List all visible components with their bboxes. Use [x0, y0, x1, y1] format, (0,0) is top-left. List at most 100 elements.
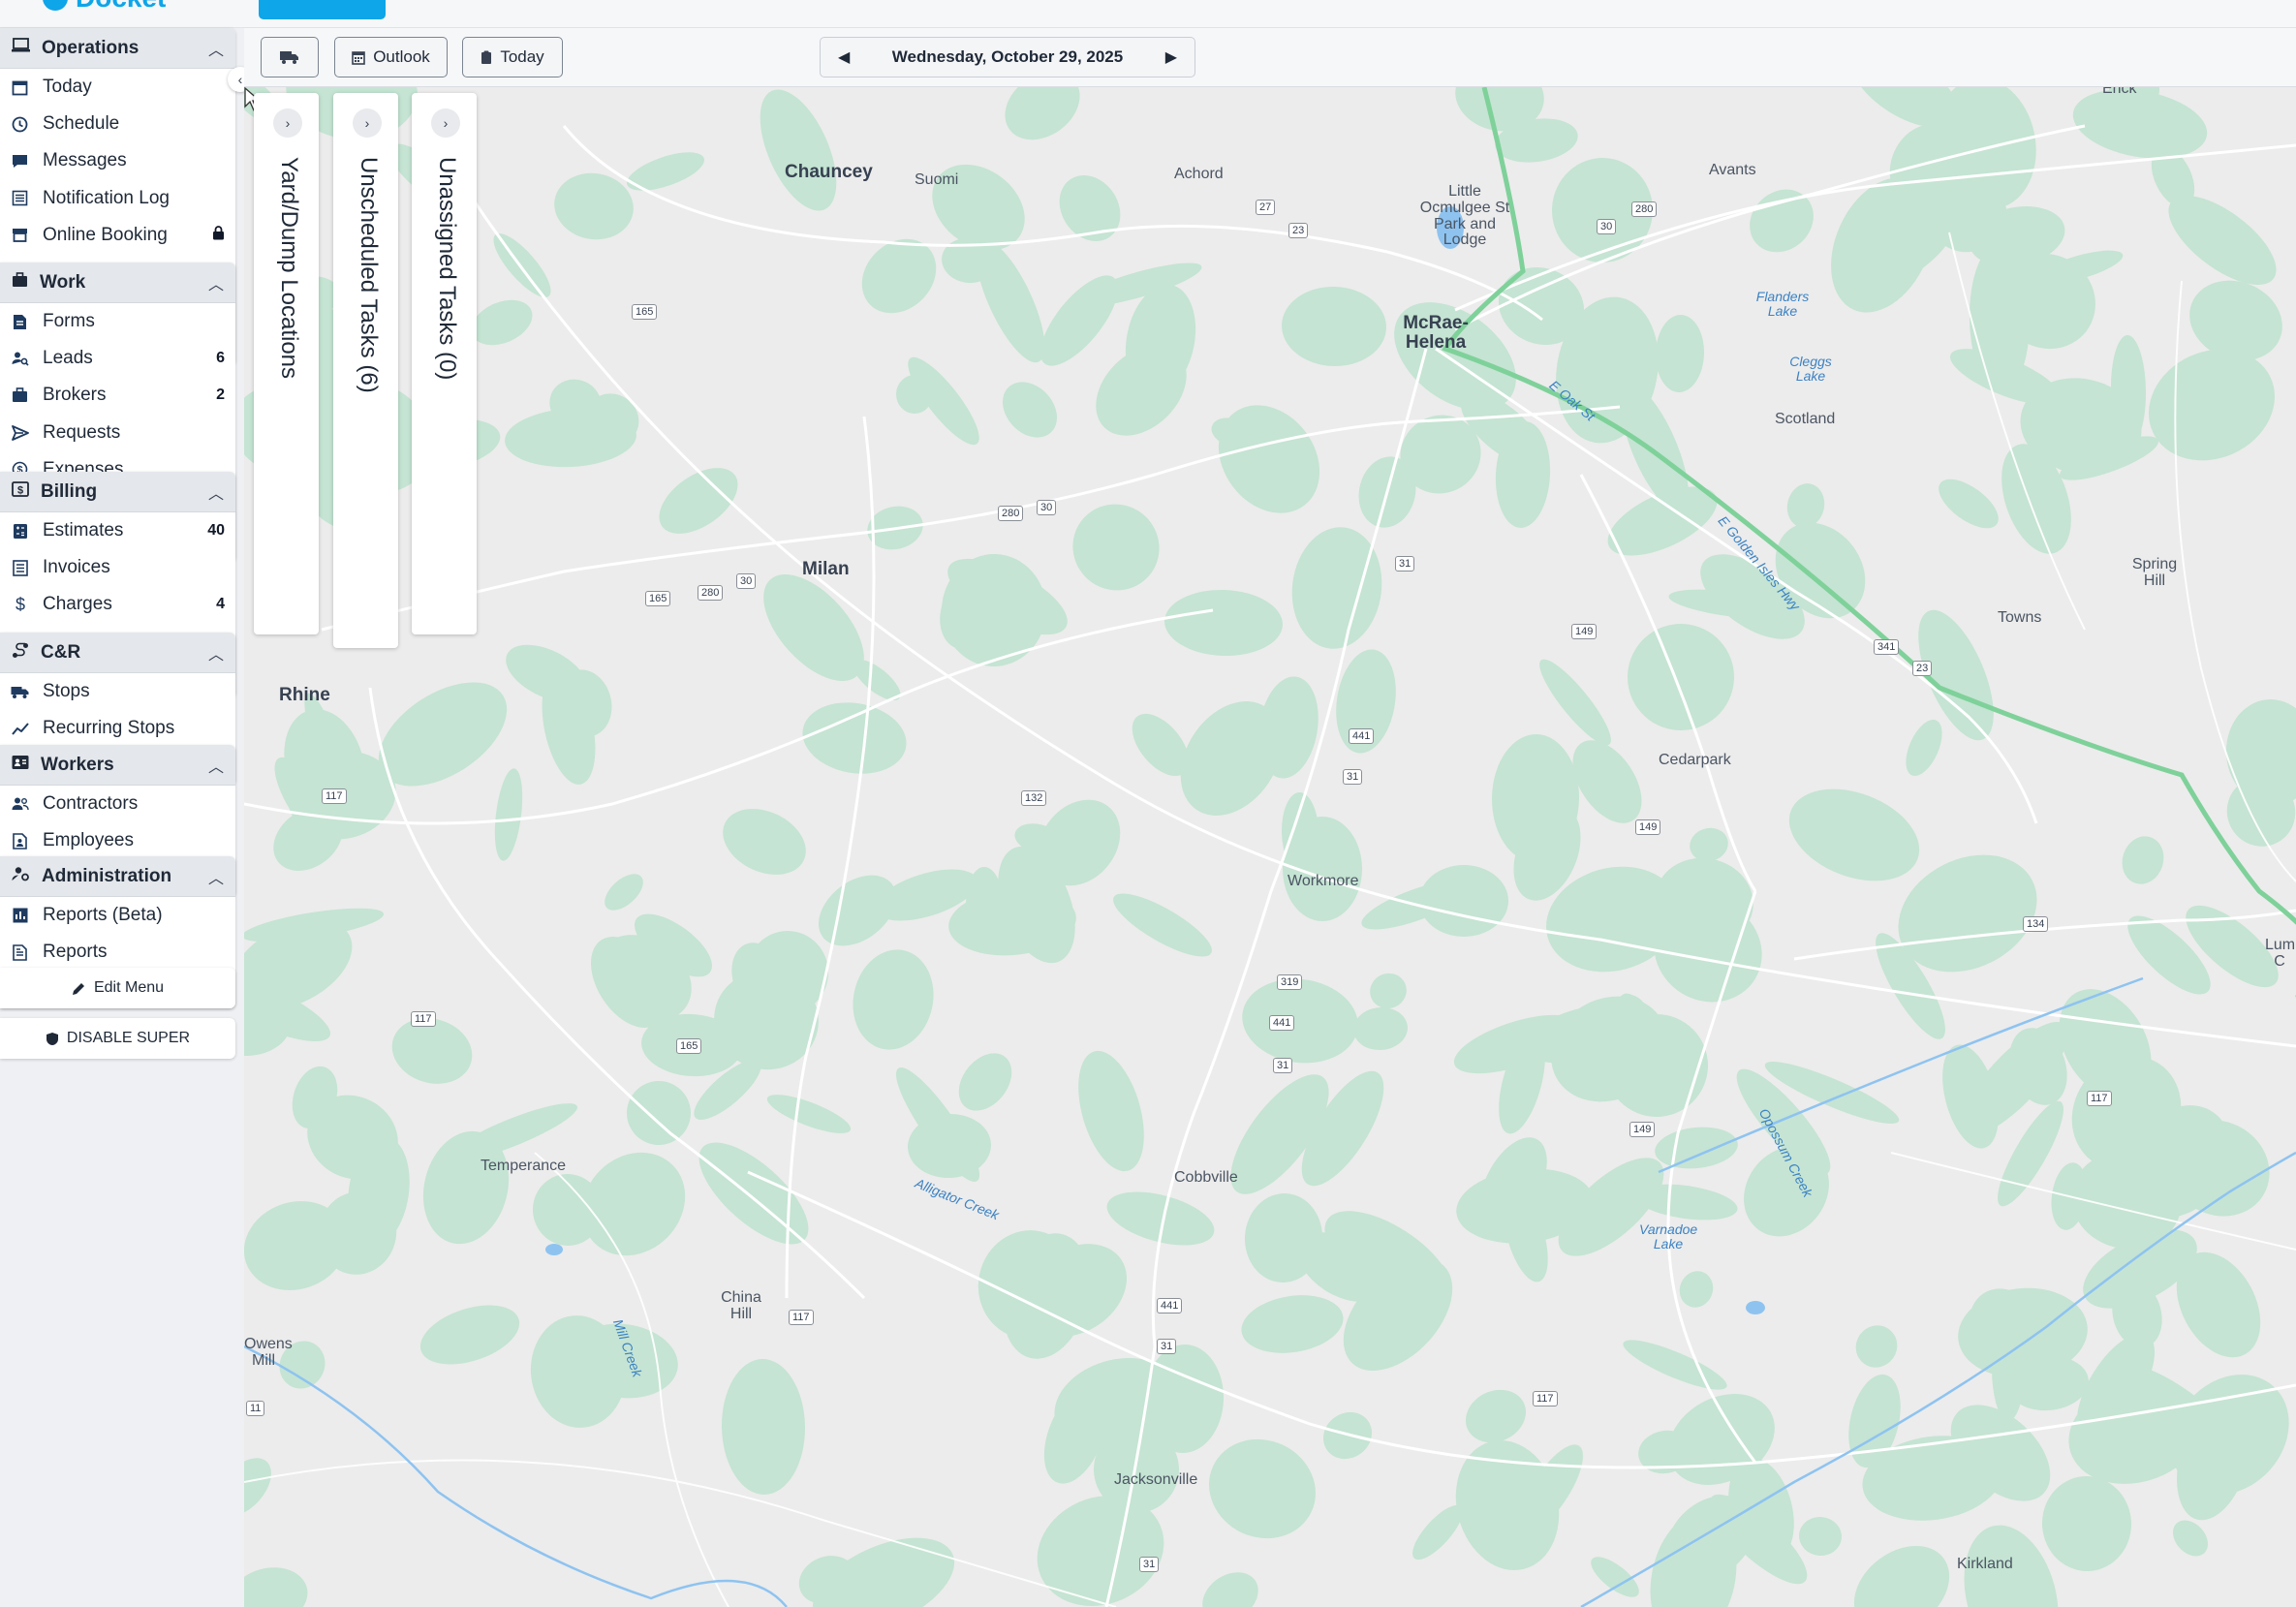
outlook-label: Outlook — [373, 47, 430, 66]
sidebar-item-reports[interactable]: Reports — [0, 934, 235, 971]
route-shield: 441 — [1157, 1298, 1183, 1313]
map-place-label: Rhine — [279, 685, 330, 705]
sidebar-item-label: Today — [43, 77, 92, 98]
truck-view-button[interactable] — [261, 37, 319, 77]
sidebar-item-schedule[interactable]: Schedule — [0, 106, 235, 142]
workers-section-icon — [12, 755, 29, 775]
route-shield: 441 — [1349, 728, 1375, 744]
next-day-icon[interactable]: ▶ — [1165, 47, 1177, 67]
chevron-up-icon[interactable]: ︿ — [208, 865, 224, 888]
chart-bar-icon — [11, 907, 29, 925]
expand-chevron-icon[interactable]: › — [273, 108, 302, 138]
expand-chevron-icon[interactable]: › — [353, 108, 382, 138]
shield-user-icon — [46, 1032, 58, 1045]
sidebar-item-label: Notification Log — [43, 187, 170, 208]
app-logo[interactable]: Docket — [43, 0, 166, 13]
sidebar-item-today[interactable]: Today — [0, 69, 235, 106]
sidebar-item-contractors[interactable]: Contractors — [0, 786, 235, 822]
chevron-up-icon[interactable]: ︿ — [208, 754, 224, 777]
sidebar-item-requests[interactable]: Requests — [0, 415, 235, 451]
current-date[interactable]: Wednesday, October 29, 2025 — [892, 47, 1123, 67]
map-place-label: Chauncey — [785, 162, 873, 182]
sidebar-item-reports-beta[interactable]: Reports (Beta) — [0, 897, 235, 934]
route-shield: 30 — [736, 573, 757, 589]
panel-yard-dump-locations[interactable]: › Yard/Dump Locations — [254, 93, 319, 634]
administration-section-icon — [12, 866, 30, 886]
nav-section-header-administration[interactable]: Administration ︿ — [0, 856, 235, 897]
nav-section-header-billing[interactable]: $ Billing ︿ — [0, 472, 235, 512]
top-bar: Docket — [0, 0, 2296, 28]
calendar-icon — [352, 50, 366, 65]
operations-section-icon — [12, 38, 30, 58]
map-place-label: Kirkland — [1957, 1556, 2013, 1572]
svg-text:$: $ — [17, 485, 23, 497]
sidebar-item-leads[interactable]: Leads 6 — [0, 340, 235, 377]
route-shield: 31 — [1139, 1557, 1160, 1572]
calculator-icon — [11, 522, 29, 541]
route-shield: 117 — [1533, 1391, 1558, 1406]
route-shield: 280 — [1631, 201, 1658, 217]
nav-section-header-operations[interactable]: Operations ︿ — [0, 28, 235, 69]
nav-section-title: Administration — [42, 865, 172, 886]
map-place-label: McRae-Helena — [1403, 313, 1469, 353]
outlook-button[interactable]: Outlook — [334, 37, 448, 77]
sidebar-item-brokers[interactable]: Brokers 2 — [0, 377, 235, 414]
sidebar-item-notification-log[interactable]: Notification Log — [0, 180, 235, 217]
route-shield: 27 — [1256, 200, 1276, 215]
clipboard-icon — [481, 50, 492, 64]
sidebar-item-messages[interactable]: Messages — [0, 142, 235, 179]
nav-item-count-badge: 40 — [207, 522, 225, 540]
map-place-label: Suomi — [915, 171, 959, 188]
sidebar-item-label: Invoices — [43, 557, 110, 578]
route-shield: 149 — [1635, 819, 1661, 835]
clock-icon — [11, 115, 29, 134]
sidebar-item-invoices[interactable]: Invoices — [0, 549, 235, 586]
top-active-tab[interactable] — [259, 0, 386, 19]
dispatch-map[interactable]: Erick Chauncey Suomi Achord Little Ocmulgee … — [244, 87, 2296, 1607]
panel-unassigned-tasks[interactable]: › Unassigned Tasks (0) — [412, 93, 477, 634]
chevron-up-icon[interactable]: ︿ — [208, 37, 224, 60]
sidebar-item-online-booking[interactable]: Online Booking — [0, 217, 235, 254]
route-shield: 165 — [645, 591, 671, 606]
billing-section-icon: $ — [12, 481, 29, 502]
route-shield: 165 — [676, 1038, 702, 1054]
edit-menu-button[interactable]: Edit Menu — [0, 968, 235, 1008]
disable-super-button[interactable]: DISABLE SUPER — [0, 1018, 235, 1059]
map-place-label: Workmore — [1288, 873, 1359, 889]
map-place-label: Spring Hill — [2131, 556, 2178, 589]
route-shield: 31 — [1273, 1058, 1293, 1073]
today-button[interactable]: Today — [462, 37, 563, 77]
sidebar-item-label: Contractors — [43, 793, 139, 815]
report-icon — [11, 943, 29, 962]
route-shield: 132 — [1021, 790, 1047, 806]
lock-icon — [212, 226, 225, 245]
sidebar-item-label: Requests — [43, 421, 121, 443]
nav-section-header-cnr[interactable]: C&R ︿ — [0, 633, 235, 673]
previous-day-icon[interactable]: ◀ — [838, 47, 850, 67]
sidebar-item-charges[interactable]: $ Charges 4 — [0, 586, 235, 623]
logo-text: Docket — [76, 0, 166, 14]
briefcase-icon — [11, 386, 29, 405]
sidebar-item-estimates[interactable]: Estimates 40 — [0, 512, 235, 549]
chevron-up-icon[interactable]: ︿ — [208, 480, 224, 504]
panel-label: Yard/Dump Locations — [276, 157, 302, 380]
panel-unscheduled-tasks[interactable]: › Unscheduled Tasks (6) — [333, 93, 398, 648]
route-shield: 117 — [411, 1011, 436, 1027]
nav-item-count-badge: 6 — [216, 350, 225, 367]
pencil-icon — [72, 982, 84, 995]
sidebar-item-stops[interactable]: Stops — [0, 673, 235, 710]
sidebar-item-label: Charges — [43, 594, 112, 615]
expand-chevron-icon[interactable]: › — [431, 108, 460, 138]
chevron-up-icon[interactable]: ︿ — [208, 271, 224, 294]
map-place-label: Scotland — [1775, 411, 1836, 427]
map-place-label: Cleggs Lake — [1789, 354, 1832, 384]
map-place-label: Towns — [1998, 609, 2042, 626]
map-place-label: Erick — [2102, 87, 2137, 97]
sidebar-item-employees[interactable]: Employees — [0, 822, 235, 859]
sidebar-item-forms[interactable]: Forms — [0, 303, 235, 340]
chevron-up-icon[interactable]: ︿ — [208, 641, 224, 664]
nav-section-header-work[interactable]: Work ︿ — [0, 263, 235, 303]
sidebar-item-recurring-stops[interactable]: Recurring Stops — [0, 710, 235, 747]
nav-section-header-workers[interactable]: Workers ︿ — [0, 745, 235, 786]
route-shield: 30 — [1037, 500, 1057, 515]
